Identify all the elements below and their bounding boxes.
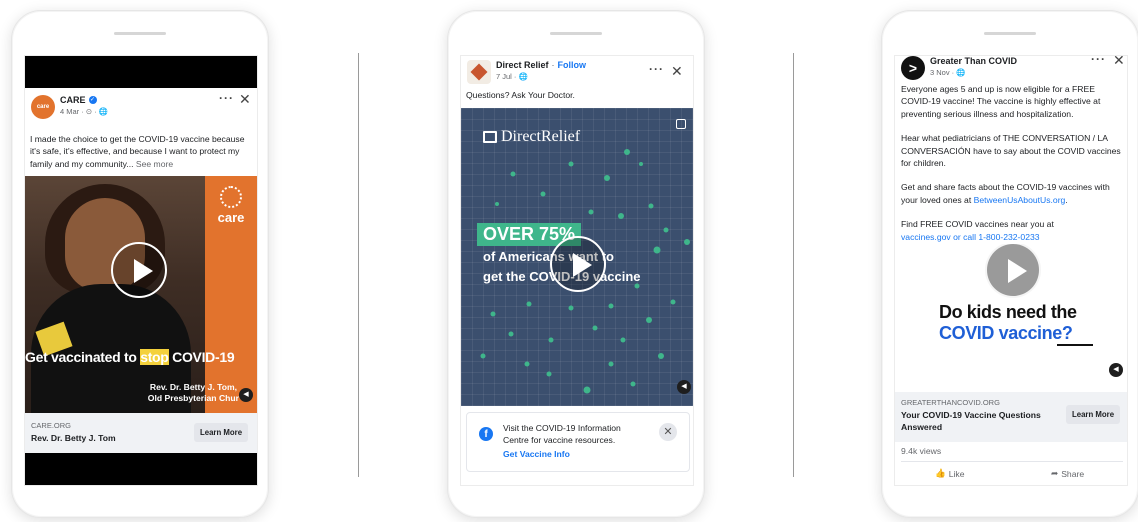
ad-domain: GREATERTHANCOVID.ORG [901,398,1000,407]
info-centre-card[interactable]: f Visit the COVID-19 Information Centre … [466,412,690,472]
share-button[interactable]: ➦ Share [1051,468,1084,479]
play-button[interactable] [985,244,1041,298]
care-avatar[interactable]: care [31,95,55,119]
direct-relief-avatar[interactable] [467,60,491,84]
play-icon [134,259,153,283]
learn-more-button[interactable]: Learn More [1066,405,1121,424]
post-header: care CARE ✓ 4 Mar · ⊙ · 🌐 ··· ✕ [25,91,257,133]
more-options-icon[interactable]: ··· [1091,56,1106,66]
direct-relief-video[interactable]: DirectRelief OVER 75% of Americans want … [461,108,693,406]
sound-icon[interactable]: ◀ [677,380,691,394]
phone-speaker [984,32,1036,35]
close-icon[interactable]: ✕ [1113,56,1125,67]
like-icon: 👍 [935,468,946,478]
post-date: 3 Nov · 🌐 [930,68,966,77]
facebook-icon: f [479,427,493,441]
letterbox-top [25,56,257,88]
verified-badge-icon: ✓ [88,96,97,104]
letterbox-bottom [25,453,257,485]
divider-line [358,53,359,477]
post-header: Direct Relief · Follow 7 Jul · 🌐 ··· ✕ [461,56,693,86]
phone-mockup-greater-than-covid: > Greater Than COVID 3 Nov · 🌐 ··· ✕ Eve… [881,10,1138,518]
care-video[interactable]: care Get vaccinated to stop COVID-19 Rev… [25,176,257,413]
play-icon [573,253,592,277]
more-options-icon[interactable]: ··· [219,91,234,105]
video-headline-1: Do kids need the [939,302,1077,322]
dismiss-icon[interactable]: ✕ [659,423,677,441]
phone-mockup-care: care CARE ✓ 4 Mar · ⊙ · 🌐 ··· ✕ I made th… [11,10,269,518]
share-icon: ➦ [1051,468,1059,478]
follow-link[interactable]: Follow [558,60,587,70]
video-caption: Get vaccinated to stop COVID-19 [25,349,235,365]
see-more-link[interactable]: See more [136,159,173,169]
person-name-caption: Rev. Dr. Betty J. Tom, [149,382,237,392]
greater-than-covid-video[interactable]: Do kids need the COVID vaccine? ◀ [895,244,1127,382]
play-icon [1008,259,1027,283]
post-text: Everyone ages 5 and up is now eligible f… [901,84,1121,242]
phone-speaker [550,32,602,35]
phone-screen: Direct Relief · Follow 7 Jul · 🌐 ··· ✕ Que… [460,55,694,486]
play-button[interactable] [550,236,606,292]
direct-relief-box-icon [483,131,497,143]
care-logo-icon: care [36,104,50,110]
separator [901,461,1123,462]
post-header: > Greater Than COVID 3 Nov · 🌐 ··· ✕ [895,56,1127,80]
page-name[interactable]: CARE ✓ [60,95,97,105]
fullscreen-icon[interactable] [676,119,686,129]
greater-than-covid-avatar[interactable]: > [901,56,925,80]
sound-icon[interactable]: ◀ [1109,363,1123,377]
ad-footer-title: Your COVID-19 Vaccine Questions Answered [901,410,1041,432]
phone-speaker [114,32,166,35]
person-org-caption: Old Presbyterian Chur [147,393,239,403]
post-text: I made the choice to get the COVID-19 va… [30,134,245,169]
direct-relief-brand: DirectRelief [483,128,580,146]
post-date: 7 Jul · 🌐 [496,72,528,81]
close-icon[interactable]: ✕ [239,92,251,106]
info-centre-text: Visit the COVID-19 Information Centre fo… [503,423,621,445]
views-count: 9.4k views [901,446,942,456]
sound-icon[interactable]: ◀ [239,388,253,402]
ad-footer: CARE.ORG Rev. Dr. Betty J. Tom Learn Mor… [25,413,257,453]
direct-relief-logo-icon [470,63,488,81]
play-button[interactable] [111,242,167,298]
learn-more-button[interactable]: Learn More [194,423,249,442]
greater-than-icon: > [908,60,918,76]
phone-mockup-direct-relief: Direct Relief · Follow 7 Jul · 🌐 ··· ✕ Que… [447,10,705,518]
post-text: Questions? Ask Your Doctor. [466,90,575,100]
between-us-link[interactable]: BetweenUsAboutUs.org [974,195,1066,205]
ad-domain: CARE.ORG [31,421,72,430]
ad-footer: GREATERTHANCOVID.ORG Your COVID-19 Vacci… [895,392,1127,442]
care-logo: care [211,186,251,225]
care-emblem-icon [220,186,242,208]
page-name[interactable]: Greater Than COVID [930,56,1017,66]
video-headline-2: COVID vaccine? [939,323,1073,343]
ad-footer-title: Rev. Dr. Betty J. Tom [31,433,116,443]
like-button[interactable]: 👍 Like [935,468,964,479]
post-date: 4 Mar · ⊙ · 🌐 [60,107,109,116]
headline-underline [1057,344,1093,346]
close-icon[interactable]: ✕ [671,64,683,78]
more-options-icon[interactable]: ··· [649,62,664,76]
get-vaccine-info-link[interactable]: Get Vaccine Info [503,449,570,459]
phone-screen: care CARE ✓ 4 Mar · ⊙ · 🌐 ··· ✕ I made th… [24,55,258,486]
phone-screen: > Greater Than COVID 3 Nov · 🌐 ··· ✕ Eve… [894,55,1128,486]
page-name[interactable]: Direct Relief · Follow [496,60,586,70]
divider-line [793,53,794,477]
